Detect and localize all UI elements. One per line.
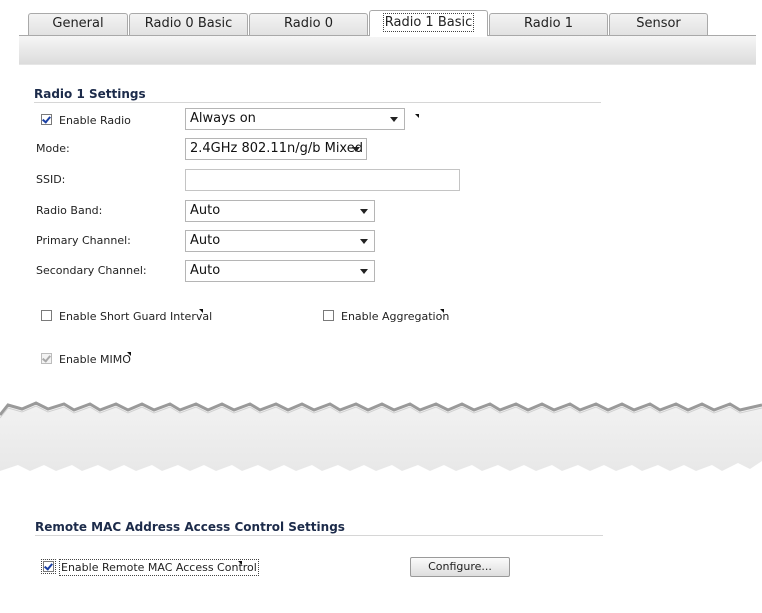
tooltip-marker-icon[interactable]	[415, 114, 419, 118]
section-divider	[34, 102, 601, 103]
enable-remote-mac-checkbox[interactable]	[41, 559, 56, 574]
chevron-down-icon	[390, 117, 398, 122]
tooltip-marker-icon[interactable]	[440, 309, 444, 313]
tooltip-marker-icon[interactable]	[238, 561, 242, 565]
tab-label: Sensor	[636, 16, 681, 31]
ssid-input[interactable]	[185, 169, 460, 191]
configure-button[interactable]: Configure...	[410, 557, 510, 577]
tab-label: Radio 1 Basic	[382, 13, 475, 32]
tab-radio-1-advanced[interactable]: Radio 1 Advanced	[489, 13, 608, 51]
tab-radio-0-basic[interactable]: Radio 0 Basic	[129, 13, 248, 35]
primary-channel-label: Primary Channel:	[36, 234, 131, 247]
tab-general[interactable]: General	[28, 13, 128, 35]
chevron-down-icon	[360, 239, 368, 244]
tab-toolbar	[19, 35, 756, 65]
mode-select[interactable]: 2.4GHz 802.11n/g/b Mixed	[185, 138, 367, 160]
aggregation-checkbox[interactable]	[323, 310, 334, 321]
tooltip-marker-icon[interactable]	[199, 309, 203, 313]
primary-channel-select[interactable]: Auto	[185, 230, 375, 252]
tab-label: General	[52, 16, 104, 31]
select-value: Always on	[190, 111, 256, 126]
tab-sensor[interactable]: Sensor	[609, 13, 708, 35]
chevron-down-icon	[360, 209, 368, 214]
radio-band-select[interactable]: Auto	[185, 200, 375, 222]
select-value: Auto	[190, 203, 221, 218]
aggregation-label: Enable Aggregation	[341, 310, 450, 323]
chevron-down-icon	[360, 269, 368, 274]
active-tab-connector	[370, 34, 487, 37]
chevron-down-icon	[352, 147, 360, 152]
radio-band-label: Radio Band:	[36, 204, 103, 217]
tab-label: Radio 0 Basic	[144, 16, 233, 31]
mimo-label: Enable MIMO	[59, 353, 131, 366]
select-value: Auto	[190, 233, 221, 248]
tooltip-marker-icon[interactable]	[127, 352, 131, 356]
enable-radio-schedule-select[interactable]: Always on	[185, 108, 405, 130]
torn-page-separator	[0, 401, 762, 471]
section-title-radio-1-settings: Radio 1 Settings	[34, 87, 146, 101]
secondary-channel-label: Secondary Channel:	[36, 264, 147, 277]
section-title-remote-mac: Remote MAC Address Access Control Settin…	[35, 520, 345, 534]
enable-radio-label: Enable Radio	[59, 114, 131, 127]
short-guard-interval-checkbox[interactable]	[41, 310, 52, 321]
tab-radio-0-advanced[interactable]: Radio 0 Advanced	[249, 13, 368, 51]
select-value: Auto	[190, 263, 221, 278]
select-value: 2.4GHz 802.11n/g/b Mixed	[190, 141, 363, 156]
section-divider	[35, 535, 603, 536]
short-guard-interval-label: Enable Short Guard Interval	[59, 310, 213, 323]
secondary-channel-select[interactable]: Auto	[185, 260, 375, 282]
tab-radio-1-basic[interactable]: Radio 1 Basic	[369, 10, 488, 36]
mimo-checkbox[interactable]	[41, 353, 52, 364]
enable-radio-checkbox[interactable]	[41, 114, 52, 125]
mode-label: Mode:	[36, 142, 70, 155]
ssid-label: SSID:	[36, 173, 66, 186]
enable-remote-mac-label: Enable Remote MAC Access Control	[59, 559, 259, 576]
